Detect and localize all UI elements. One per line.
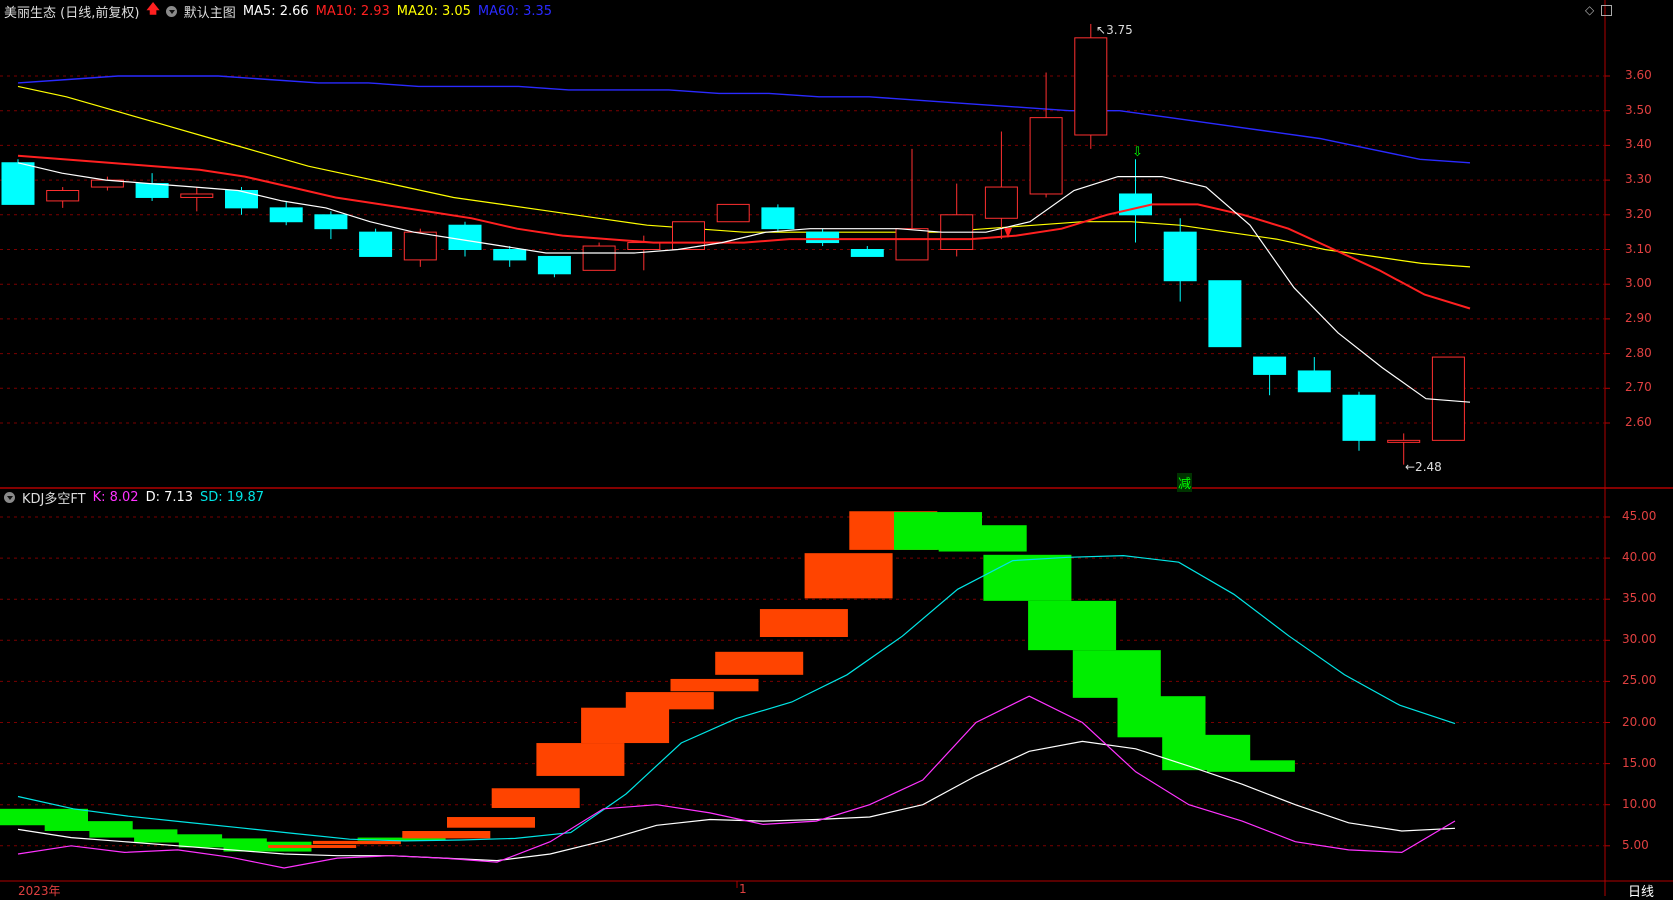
- template-label[interactable]: 默认主图: [184, 2, 236, 21]
- red-up-arrow-icon[interactable]: 🡅: [146, 0, 159, 22]
- price-tick-label: 3.30: [1625, 172, 1652, 187]
- d-legend: D: 7.13: [145, 489, 194, 505]
- price-tick-label: 3.00: [1625, 276, 1652, 291]
- candle-body: [895, 228, 929, 261]
- maximize-icon[interactable]: [1601, 5, 1612, 16]
- kdj-signal-block: [1072, 650, 1161, 698]
- kdj-tick-label: 30.00: [1622, 632, 1657, 647]
- kdj-signal-block: [759, 609, 848, 638]
- sd-line: [17, 554, 1456, 842]
- ma20-legend: MA20: 3.05: [396, 3, 471, 19]
- kdj-signal-block: [938, 525, 1027, 552]
- price-tick-label: 3.60: [1625, 68, 1652, 82]
- kdj-tick-label: 10.00: [1622, 796, 1657, 811]
- candle-body: [269, 207, 303, 223]
- candle-body: [984, 186, 1018, 219]
- kdj-toggle-icon[interactable]: [4, 491, 15, 503]
- ma5-legend: MA5: 2.66: [242, 3, 309, 19]
- candle-body: [582, 245, 616, 271]
- diamond-icon[interactable]: ◇: [1585, 3, 1594, 17]
- ma60-legend: MA60: 3.35: [477, 3, 553, 19]
- price-tick-label: 3.20: [1625, 206, 1652, 221]
- candle-body: [493, 249, 527, 261]
- kdj-signal-block: [536, 743, 625, 776]
- candle-body: [537, 255, 571, 275]
- candle-body: [850, 249, 884, 257]
- kdj-pane-header: KDJ多空FT K: 8.02 D: 7.13 SD: 19.87: [0, 486, 271, 508]
- kdj-signal-block: [447, 817, 535, 828]
- kdj-indicator-name[interactable]: KDJ多空FT: [22, 488, 86, 507]
- kdj-signal-block: [581, 707, 670, 744]
- candle-body: [1163, 231, 1197, 282]
- kdj-tick-label: 40.00: [1622, 550, 1657, 565]
- candle-body: [403, 231, 437, 261]
- candle-body: [1431, 356, 1465, 441]
- kdj-signal-block: [402, 831, 491, 839]
- candle-body: [1253, 356, 1287, 375]
- candle-body: [225, 190, 258, 209]
- ma20-line: [17, 85, 1471, 268]
- kdj-signal-block: [1206, 760, 1295, 772]
- high-price-marker: ↖3.75: [1096, 23, 1133, 37]
- ma10-legend: MA10: 2.93: [315, 3, 390, 19]
- candle-body: [627, 242, 661, 250]
- kdj-tick-label: 20.00: [1622, 714, 1657, 729]
- candle-body: [672, 221, 705, 251]
- price-tick-label: 2.90: [1625, 310, 1652, 325]
- price-pane-header: 美丽生态 (日线,前复权) 🡅 默认主图 MA5: 2.66 MA10: 2.9…: [0, 0, 559, 22]
- year-label: 2023年: [18, 884, 61, 898]
- candle-body: [314, 214, 348, 230]
- candle-body: [1029, 117, 1063, 195]
- stock-name: 美丽生态 (日线,前复权): [4, 5, 140, 21]
- chart-canvas[interactable]: [0, 0, 1673, 896]
- candle-body: [448, 224, 482, 251]
- k-legend: K: 8.02: [92, 489, 139, 505]
- price-tick-label: 2.80: [1625, 345, 1652, 360]
- ma60-line: [17, 75, 1471, 164]
- price-tick-label: 2.60: [1625, 415, 1652, 429]
- price-tick-label: 3.40: [1625, 137, 1652, 152]
- kdj-signal-block: [1117, 696, 1206, 738]
- candle-body: [716, 203, 750, 223]
- period-label[interactable]: 日线: [1628, 881, 1654, 900]
- kdj-signal-block: [715, 651, 804, 675]
- kdj-signal-block: [491, 788, 580, 808]
- candle-body: [1342, 394, 1376, 441]
- kdj-signal-block: [312, 840, 401, 845]
- kdj-tick-label: 5.00: [1622, 837, 1649, 852]
- kdj-signal-block: [1028, 600, 1117, 651]
- candle-body: [806, 231, 840, 244]
- month-label: 1: [739, 882, 747, 896]
- reduce-signal-label: 减: [1177, 473, 1193, 492]
- candle-body: [1, 162, 35, 205]
- kdj-tick-label: 35.00: [1622, 591, 1657, 606]
- candle-body: [1297, 370, 1331, 393]
- kdj-tick-label: 45.00: [1622, 509, 1657, 523]
- price-tick-label: 3.10: [1625, 241, 1652, 256]
- candle-body: [180, 193, 214, 198]
- price-tick-label: 3.50: [1625, 102, 1652, 117]
- template-toggle-icon[interactable]: [165, 5, 177, 17]
- kdj-tick-label: 15.00: [1622, 755, 1657, 770]
- candle-body: [1208, 280, 1242, 348]
- price-tick-label: 2.70: [1625, 380, 1652, 395]
- kdj-signal-block: [983, 554, 1072, 601]
- kdj-tick-label: 25.00: [1622, 673, 1657, 688]
- kdj-signal-block: [268, 844, 357, 848]
- low-price-marker: ←2.48: [1405, 460, 1442, 474]
- candle-body: [46, 190, 80, 202]
- candle-body: [135, 183, 169, 198]
- kdj-signal-block: [670, 678, 759, 692]
- sd-legend: SD: 19.87: [200, 489, 265, 505]
- candle-body: [761, 207, 795, 230]
- candle-body: [359, 231, 393, 257]
- candle-body: [1074, 37, 1108, 136]
- buy-signal-icon: ⇩: [1132, 145, 1143, 160]
- kdj-signal-block: [804, 553, 893, 599]
- candle-body: [1387, 439, 1421, 443]
- stock-chart-window: 美丽生态 (日线,前复权) 🡅 默认主图 MA5: 2.66 MA10: 2.9…: [0, 0, 1673, 900]
- kdj-signal-block: [625, 692, 714, 710]
